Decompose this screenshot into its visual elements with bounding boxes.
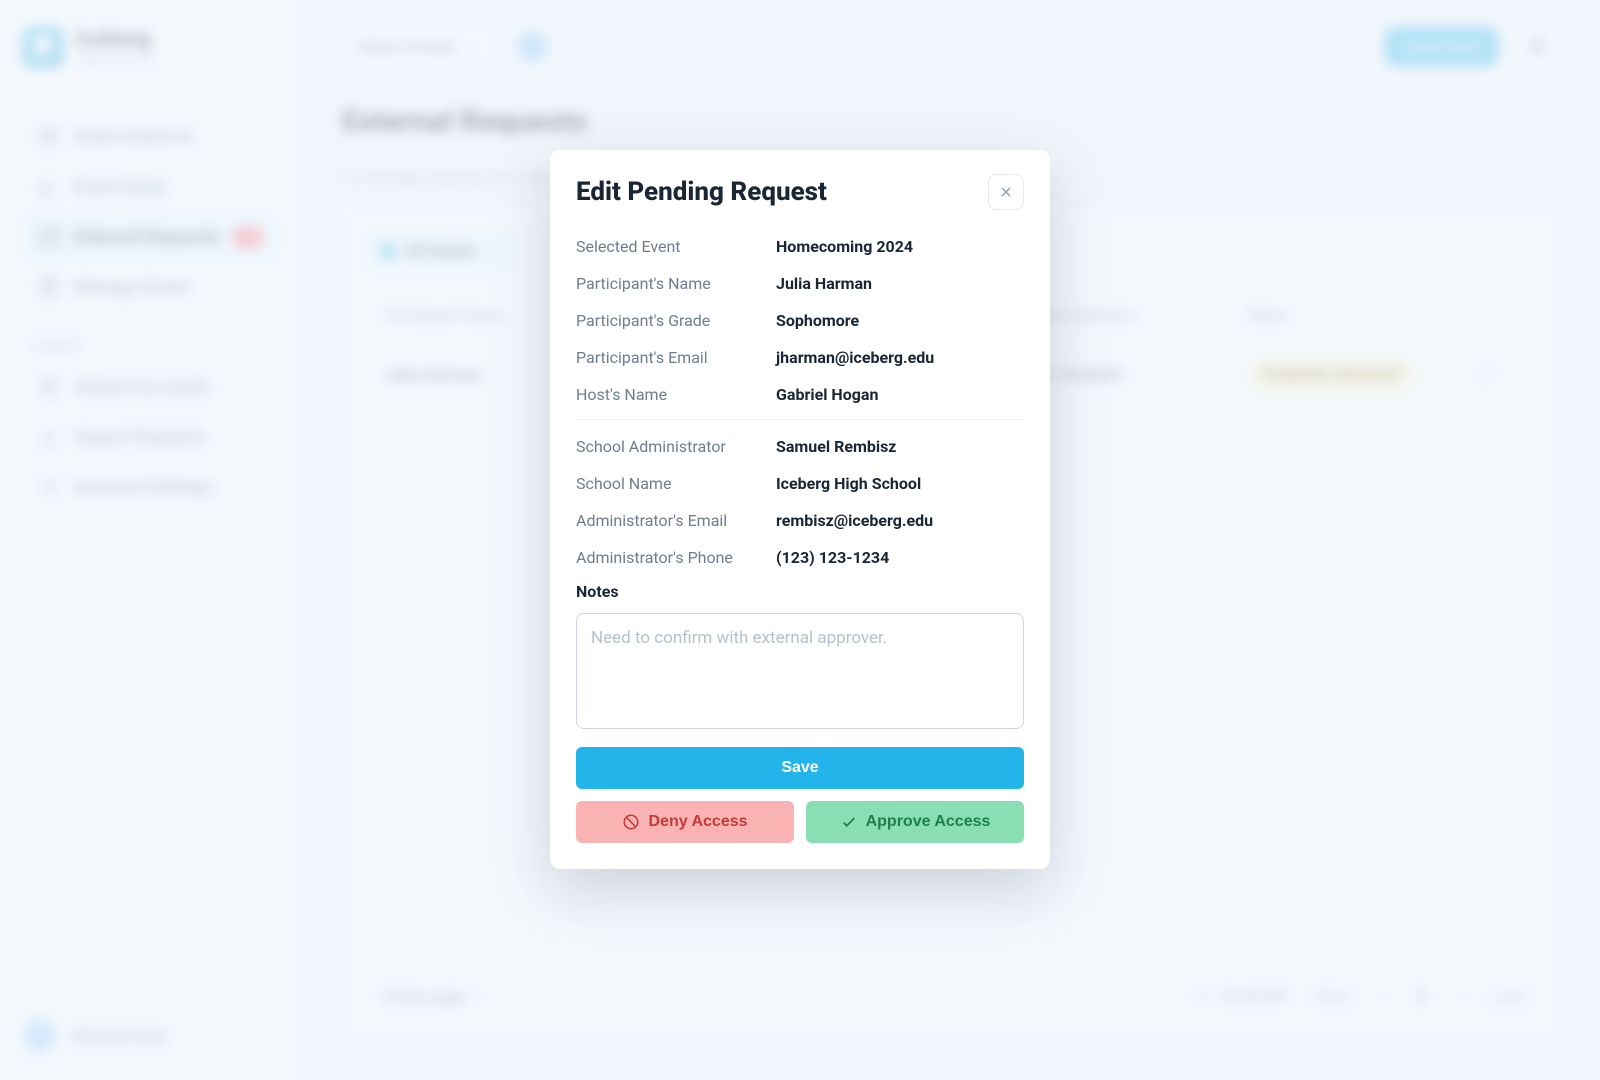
field-admin-phone: Administrator's Phone (123) 123-1234: [576, 539, 1024, 576]
field-label: Administrator's Email: [576, 511, 776, 530]
field-label: Administrator's Phone: [576, 548, 776, 567]
field-school-name: School Name Iceberg High School: [576, 465, 1024, 502]
field-label: Participant's Name: [576, 274, 776, 293]
approve-label: Approve Access: [866, 813, 991, 831]
modal-actions: Deny Access Approve Access: [576, 801, 1024, 843]
deny-label: Deny Access: [648, 813, 747, 831]
approve-icon: [840, 813, 858, 831]
field-value: jharman@iceberg.edu: [776, 348, 1024, 367]
field-label: Participant's Email: [576, 348, 776, 367]
divider: [576, 419, 1024, 420]
close-icon: [998, 184, 1014, 200]
save-button[interactable]: Save: [576, 747, 1024, 789]
field-participant-email: Participant's Email jharman@iceberg.edu: [576, 339, 1024, 376]
field-value: Julia Harman: [776, 274, 1024, 293]
field-value: Sophomore: [776, 311, 1024, 330]
field-school-admin: School Administrator Samuel Rembisz: [576, 428, 1024, 465]
field-participant-name: Participant's Name Julia Harman: [576, 265, 1024, 302]
close-button[interactable]: [988, 174, 1024, 210]
app-root: Iceberg High School Event Check In Event…: [0, 0, 1600, 1080]
field-admin-email: Administrator's Email rembisz@iceberg.ed…: [576, 502, 1024, 539]
deny-icon: [622, 813, 640, 831]
field-value: (123) 123-1234: [776, 548, 1024, 567]
field-value: rembisz@iceberg.edu: [776, 511, 1024, 530]
field-label: Selected Event: [576, 237, 776, 256]
field-selected-event: Selected Event Homecoming 2024: [576, 228, 1024, 265]
modal-overlay: Edit Pending Request Selected Event Home…: [0, 0, 1600, 1080]
field-value: Iceberg High School: [776, 474, 1024, 493]
modal-title: Edit Pending Request: [576, 177, 827, 207]
field-value: Gabriel Hogan: [776, 385, 1024, 404]
approve-access-button[interactable]: Approve Access: [806, 801, 1024, 843]
field-label: School Name: [576, 474, 776, 493]
field-value: Homecoming 2024: [776, 237, 1024, 256]
modal-header: Edit Pending Request: [576, 174, 1024, 210]
deny-access-button[interactable]: Deny Access: [576, 801, 794, 843]
field-label: Participant's Grade: [576, 311, 776, 330]
edit-request-modal: Edit Pending Request Selected Event Home…: [550, 150, 1050, 869]
notes-label: Notes: [576, 582, 1024, 601]
field-label: Host's Name: [576, 385, 776, 404]
field-value: Samuel Rembisz: [776, 437, 1024, 456]
field-host-name: Host's Name Gabriel Hogan: [576, 376, 1024, 413]
notes-textarea[interactable]: [576, 613, 1024, 729]
field-label: School Administrator: [576, 437, 776, 456]
field-participant-grade: Participant's Grade Sophomore: [576, 302, 1024, 339]
